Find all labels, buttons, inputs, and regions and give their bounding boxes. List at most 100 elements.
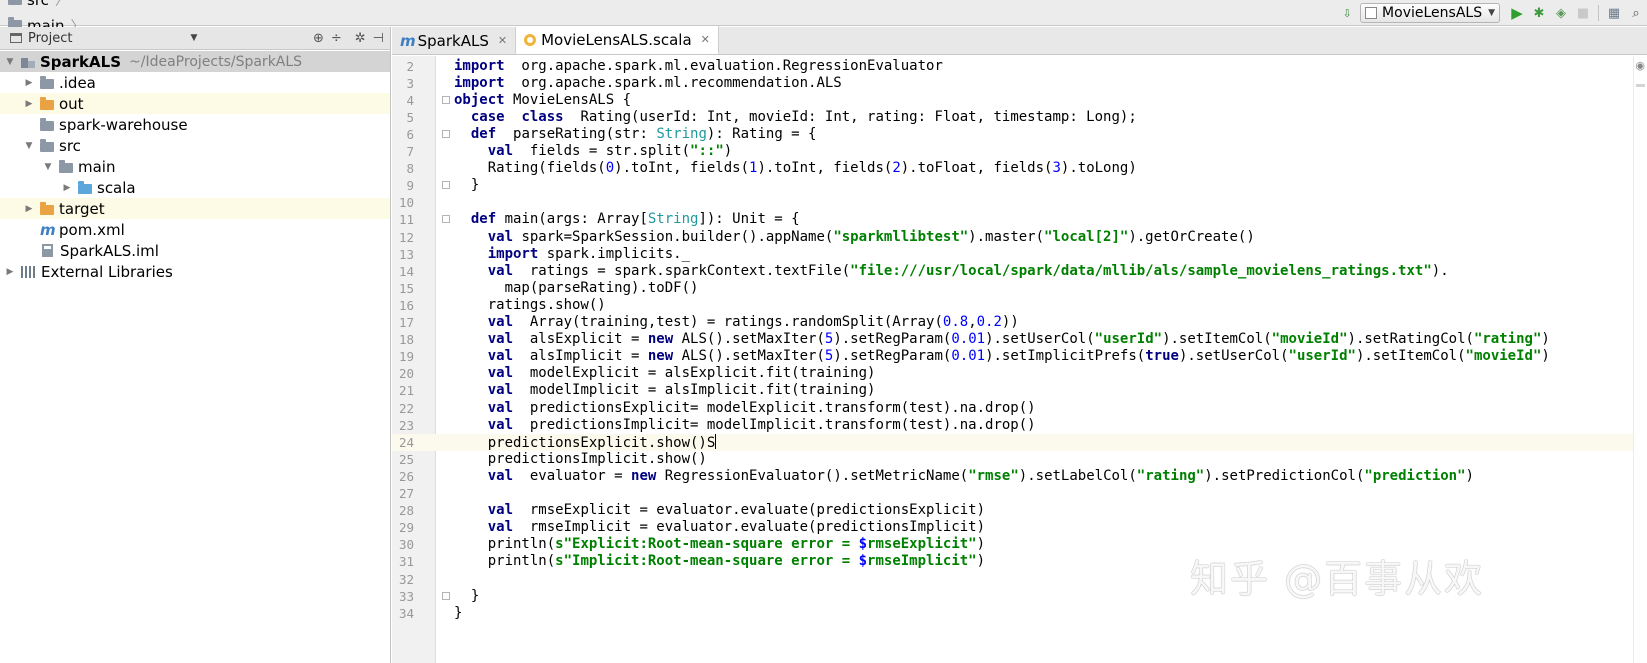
maven-icon: m [40,220,56,239]
window-icon [10,33,22,43]
code-line[interactable]: 7 val fields = str.split("::") [392,143,1647,160]
code-line[interactable]: 26 val evaluator = new RegressionEvaluat… [392,468,1647,485]
tree-item[interactable]: ▶ scala [0,177,390,198]
chevron-down-icon[interactable]: ▼ [190,33,197,43]
maven-module-icon: m [400,31,416,50]
line-number: 5 [406,109,414,125]
tree-item[interactable]: ▶ out [0,93,390,114]
chevron-down-icon[interactable]: ▼ [4,57,16,67]
tree-item[interactable]: ▼ src [0,135,390,156]
tree-item[interactable]: ▼ SparkALS ~/IdeaProjects/SparkALS [0,51,390,72]
project-view-selector[interactable]: Project [0,31,72,46]
code-line[interactable]: 25 predictionsImplicit.show() [392,451,1647,468]
debug-icon[interactable]: ✱ [1528,2,1550,24]
fold-marker-icon[interactable] [442,215,450,224]
code-line[interactable]: 27 [392,485,1647,502]
chevron-down-icon[interactable]: ▼ [42,162,54,172]
line-number: 18 [398,332,414,348]
line-number: 27 [398,486,414,501]
fold-marker-icon[interactable] [442,181,450,190]
code-line[interactable]: 14 val ratings = spark.sparkContext.text… [392,263,1647,280]
folder-icon [40,96,54,110]
code-line[interactable]: 9 } [392,177,1647,194]
code-line[interactable]: 10 [392,194,1647,211]
build-icon[interactable]: ⇩ [1336,2,1358,24]
collapse-all-icon[interactable]: ÷ [331,31,342,46]
tree-item[interactable]: ▶mpom.xml [0,219,390,240]
tree-item[interactable]: ▼ main [0,156,390,177]
code-line[interactable]: 15 map(parseRating).toDF() [392,280,1647,297]
fold-marker-icon[interactable] [442,129,450,138]
code-line[interactable]: 2 import org.apache.spark.ml.evaluation.R… [392,58,1647,75]
code-line[interactable]: 16 ratings.show() [392,297,1647,314]
tree-item-label: SparkALS [40,52,122,71]
hide-panel-icon[interactable]: ⊣ [373,31,384,46]
code-text: val fields = str.split("::") [487,143,733,159]
code-line[interactable]: 6 def parseRating(str: String): Rating =… [392,126,1647,143]
code-line[interactable]: 28 val rmseExplicit = evaluator.evaluate… [392,502,1647,519]
stripe-marker[interactable] [1636,84,1645,87]
code-line[interactable]: 3 import org.apache.spark.ml.recommendati… [392,75,1647,92]
tree-item-label: scala [97,178,136,197]
tree-item[interactable]: ▶ target [0,198,390,219]
code-line[interactable]: 20 val modelExplicit = alsExplicit.fit(t… [392,365,1647,382]
code-line[interactable]: 19 val alsImplicit = new ALS().setMaxIte… [392,348,1647,365]
stop-icon[interactable]: ■ [1572,2,1594,24]
code-line[interactable]: 17 val Array(training,test) = ratings.ra… [392,314,1647,331]
locate-icon[interactable]: ⊕ [313,31,324,46]
tree-item[interactable]: ▶ .idea [0,72,390,93]
code-text: predictionsExplicit.show()S [454,433,717,451]
code-line[interactable]: 11 def main(args: Array[String]): Unit =… [392,211,1647,228]
chevron-right-icon[interactable]: ▶ [23,78,35,88]
fold-marker-icon[interactable] [442,591,450,600]
run-configuration-select[interactable]: MovieLensALS ▼ [1360,3,1500,23]
search-icon[interactable]: ⌕ [1625,2,1647,24]
chevron-down-icon[interactable]: ▼ [23,141,35,151]
run-config-label: MovieLensALS [1382,5,1483,21]
error-stripe[interactable] [1633,56,1647,663]
gear-icon[interactable]: ✲ [355,31,366,46]
chevron-right-icon[interactable]: ▶ [4,267,16,277]
code-line[interactable]: 21 val modelImplicit = alsImplicit.fit(t… [392,382,1647,399]
iml-file-icon [42,244,53,257]
code-line[interactable]: 4 object MovieLensALS { [392,92,1647,109]
close-icon[interactable]: ✕ [498,34,507,47]
tree-item[interactable]: ▶spark-warehouse [0,114,390,135]
close-icon[interactable]: ✕ [701,33,710,46]
inspection-eye-icon[interactable]: ◉ [1635,59,1645,72]
project-tool-window: Project ▼ ⊕ ÷ ✲ ⊣ ▼ SparkALS ~/IdeaProject… [0,27,391,663]
run-icon[interactable]: ▶ [1506,2,1528,24]
chevron-right-icon[interactable]: ▶ [23,99,35,109]
folder-icon [78,180,92,194]
tree-item-label: target [59,199,105,218]
breadcrumb-item[interactable]: src 〉 [0,0,128,13]
tab-movielensals-scala[interactable]: MovieLensALS.scala ✕ [516,26,719,54]
line-number: 7 [406,144,414,159]
tree-item[interactable]: ▶SparkALS.iml [0,240,390,261]
code-line[interactable]: 24 predictionsExplicit.show()S [392,433,1647,451]
code-line[interactable]: 13 import spark.implicits._ [392,246,1647,263]
code-line[interactable]: 5 case class Rating(userId: Int, movieId… [392,109,1647,126]
tab-sparkals[interactable]: m SparkALS ✕ [392,27,517,54]
code-line[interactable]: 12 val spark=SparkSession.builder().appN… [392,229,1647,246]
code-line[interactable]: 23 val predictionsImplicit= modelImplici… [392,417,1647,434]
line-number: 6 [406,126,414,142]
code-text: } [454,177,480,194]
code-line[interactable]: 34} [392,605,1647,622]
line-number: 17 [398,315,414,330]
code-line[interactable]: 18 val alsExplicit = new ALS().setMaxIte… [392,331,1647,348]
folder-icon [40,117,54,131]
fold-marker-icon[interactable] [442,95,450,104]
chevron-right-icon[interactable]: ▶ [61,183,73,193]
project-structure-icon[interactable]: ▦ [1603,2,1625,24]
folder-icon [40,75,54,89]
line-number: 24 [398,434,414,450]
code-line[interactable]: 29 val rmseImplicit = evaluator.evaluate… [392,519,1647,536]
chevron-right-icon[interactable]: ▶ [23,204,35,214]
library-icon [21,265,35,278]
code-text: val modelExplicit = alsExplicit.fit(trai… [487,365,876,382]
code-line[interactable]: 22 val predictionsExplicit= modelExplici… [392,400,1647,417]
code-line[interactable]: 8 Rating(fields(0).toInt, fields(1).toIn… [392,160,1647,177]
coverage-icon[interactable]: ◈ [1550,2,1572,24]
tree-item[interactable]: ▶ External Libraries [0,261,390,282]
